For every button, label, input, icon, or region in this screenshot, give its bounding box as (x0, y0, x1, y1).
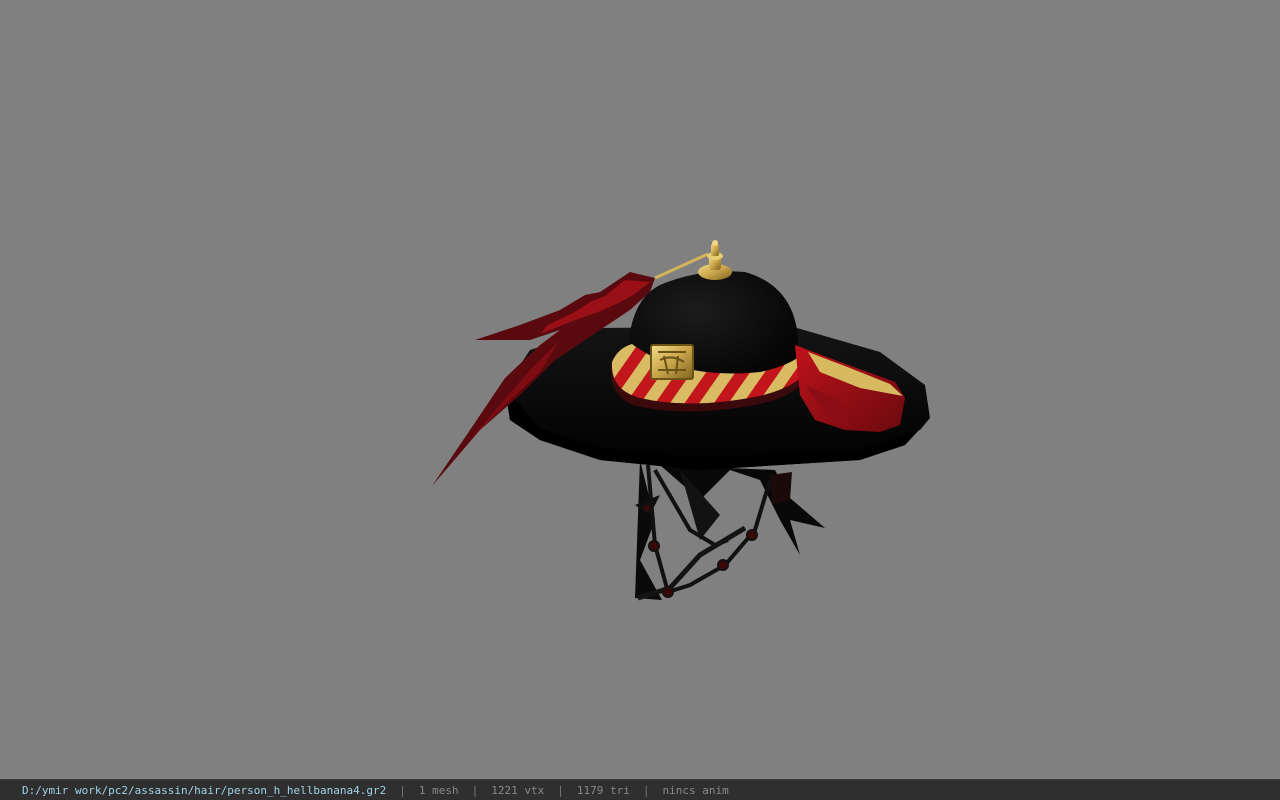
separator: | (557, 783, 564, 797)
separator: | (399, 783, 406, 797)
file-path-label: D:/ymir work/pc2/assassin/hair/person_h_… (22, 783, 387, 797)
vertex-count-label: 1221 vtx (491, 783, 545, 797)
hair-strands (635, 460, 825, 601)
triangle-count-label: 1179 tri (576, 783, 630, 797)
gold-finial (698, 240, 732, 280)
3d-viewport[interactable] (0, 0, 1280, 779)
animation-status-label: nincs anim (662, 783, 729, 797)
gold-emblem-plaque (650, 344, 694, 380)
separator: | (471, 783, 479, 797)
status-bar: D:/ymir work/pc2/assassin/hair/person_h_… (0, 779, 1280, 800)
hat-model-render[interactable] (0, 0, 1280, 779)
separator: | (642, 783, 650, 797)
mesh-count-label: 1 mesh (418, 783, 459, 797)
